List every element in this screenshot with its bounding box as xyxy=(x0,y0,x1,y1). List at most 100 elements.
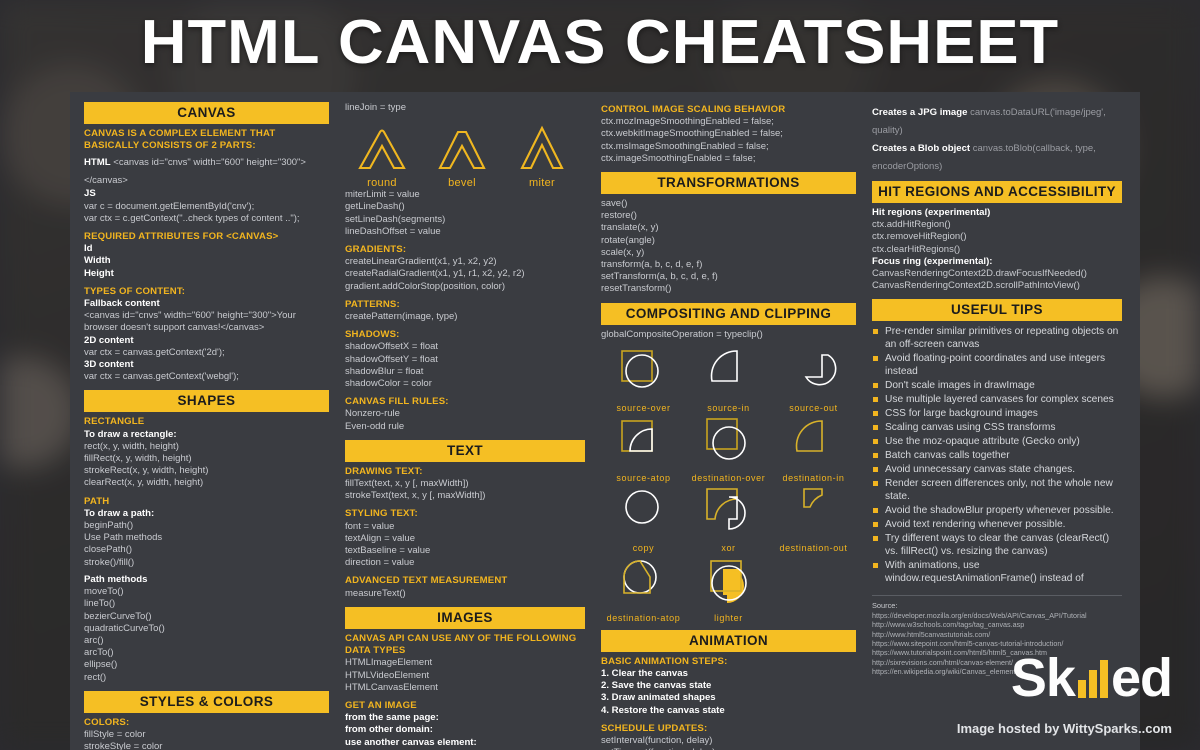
composite-label: destination-in xyxy=(782,472,845,483)
composite-label: destination-over xyxy=(691,472,766,483)
js-label: JS xyxy=(84,188,96,200)
animation-step: 4. Restore the canvas state xyxy=(601,704,725,716)
destination-in-icon xyxy=(795,420,823,452)
blob-object-line: Creates a Blob object canvas.toBlob(call… xyxy=(872,138,1122,174)
source-in-icon xyxy=(710,350,738,382)
canvas-intro: CANVAS IS A COMPLEX ELEMENT THAT BASICAL… xyxy=(84,128,276,152)
tip-item: Try different ways to clear the canvas (… xyxy=(872,532,1122,558)
linejoin-round-label: round xyxy=(367,177,397,190)
styling-text-item: textBaseline = value xyxy=(345,545,431,557)
source-link[interactable]: http://www.html5canvastutorials.com/ xyxy=(872,630,1122,639)
colors-item: fillStyle = color xyxy=(84,728,146,740)
transformation-item: restore() xyxy=(601,210,637,222)
hit-regions-item: ctx.clearHitRegions() xyxy=(872,243,961,255)
composite-cell: destination-in xyxy=(771,415,856,483)
hosted-by-text: Image hosted by WittySparks..com xyxy=(956,721,1172,736)
composite-cell: source-in xyxy=(686,345,771,413)
path-methods-label: Path methods xyxy=(84,573,148,585)
canvas-html-line: HTML <canvas id="cnvs" width="600" heigh… xyxy=(84,152,329,188)
rectangle-item: rect(x, y, width, height) xyxy=(84,440,179,452)
composite-cell: lighter xyxy=(686,555,771,623)
tip-item: Avoid unnecessary canvas state changes. xyxy=(872,463,1122,476)
colors-header: COLORS: xyxy=(84,716,130,728)
transformation-item: translate(x, y) xyxy=(601,222,659,234)
section-header-styles-colors: STYLES & COLORS xyxy=(84,690,329,713)
tip-item: Avoid the shadowBlur property whenever p… xyxy=(872,504,1122,517)
logo-text-last: ed xyxy=(1110,648,1173,708)
lighter-icon xyxy=(709,560,747,603)
linejoin-round-icon xyxy=(358,129,406,170)
linejoin-round: round xyxy=(351,124,413,189)
2d-content-code: var ctx = canvas.getContext('2d'); xyxy=(84,346,225,358)
rectangle-item: strokeRect(x, y, width, height) xyxy=(84,465,209,477)
colors-item: strokeStyle = color xyxy=(84,741,163,750)
html-label: HTML xyxy=(84,157,111,169)
linejoin-miter: miter xyxy=(511,124,573,189)
composite-label: copy xyxy=(632,542,655,553)
composite-cell: destination-over xyxy=(686,415,771,483)
composite-cell: destination-out xyxy=(771,485,856,553)
rectangle-label: To draw a rectangle: xyxy=(84,428,177,440)
section-header-animation: ANIMATION xyxy=(601,629,856,652)
data-type-item: HTMLImageElement xyxy=(345,657,433,669)
tip-item: Use multiple layered canvases for comple… xyxy=(872,393,1122,406)
focus-ring-item: CanvasRenderingContext2D.drawFocusIfNeed… xyxy=(872,268,1087,280)
basic-steps-header: BASIC ANIMATION STEPS: xyxy=(601,655,728,667)
path-item: stroke()/fill() xyxy=(84,556,135,568)
scaling-item: ctx.msImageSmoothingEnabled = false; xyxy=(601,140,769,152)
column-2: lineJoin = type round bevel miter miterL… xyxy=(345,102,585,750)
scaling-item: ctx.imageSmoothingEnabled = false; xyxy=(601,152,756,164)
rectangle-item: fillRect(x, y, width, height) xyxy=(84,453,192,465)
tip-item: Use the moz-opaque attribute (Gecko only… xyxy=(872,435,1122,448)
composite-label: source-over xyxy=(616,402,671,413)
transformation-item: resetTransform() xyxy=(601,283,672,295)
line-item: miterLimit = value xyxy=(345,189,420,201)
tip-item: Avoid floating-point coordinates and use… xyxy=(872,352,1122,378)
source-over-icon xyxy=(620,350,659,388)
fill-rules-item: Nonzero-rule xyxy=(345,408,400,420)
schedule-item: setInterval(function, delay) xyxy=(601,735,713,747)
drawing-text-item: strokeText(text, x, y [, maxWidth]) xyxy=(345,490,486,502)
gradients-item: gradient.addColorStop(position, color) xyxy=(345,280,506,292)
source-link[interactable]: http://www.w3schools.com/tags/tag_canvas… xyxy=(872,620,1122,629)
tip-item: With animations, use window.requestAnima… xyxy=(872,559,1122,585)
source-link[interactable]: https://developer.mozilla.org/en/docs/We… xyxy=(872,611,1122,620)
get-image-item: use another canvas element: xyxy=(345,736,477,748)
fallback-label: Fallback content xyxy=(84,298,160,310)
logo-text-first: Sk xyxy=(1010,648,1076,708)
source-out-icon xyxy=(804,354,836,386)
path-method: quadraticCurveTo() xyxy=(84,622,165,634)
transformation-item: save() xyxy=(601,198,628,210)
animation-step: 2. Save the canvas state xyxy=(601,680,712,692)
required-item: Height xyxy=(84,267,114,279)
path-method: ellipse() xyxy=(84,659,118,671)
path-item: closePath() xyxy=(84,544,133,556)
tip-item: Pre-render similar primitives or repeati… xyxy=(872,325,1122,351)
jpg-image-line: Creates a JPG image canvas.toDataURL('im… xyxy=(872,102,1122,138)
section-header-hit-regions: HIT REGIONS AND ACCESSIBILITY xyxy=(872,181,1122,203)
shadows-item: shadowColor = color xyxy=(345,378,432,390)
shadows-item: shadowOffsetY = float xyxy=(345,353,438,365)
skilled-logo: Sk ed xyxy=(1010,648,1173,708)
composite-cell: destination-atop xyxy=(601,555,686,623)
column-1: CANVAS CANVAS IS A COMPLEX ELEMENT THAT … xyxy=(84,102,329,750)
cheatsheet-page: HTML CANVAS CHEATSHEET CANVAS CANVAS IS … xyxy=(0,0,1200,750)
line-item: lineDashOffset = value xyxy=(345,225,441,237)
schedule-updates-header: SCHEDULE UPDATES: xyxy=(601,722,708,734)
composite-label: xor xyxy=(721,542,736,553)
transformation-item: scale(x, y) xyxy=(601,246,645,258)
composite-label: source-atop xyxy=(616,472,671,483)
tip-item: Render screen differences only, not the … xyxy=(872,477,1122,503)
required-item: Width xyxy=(84,255,111,267)
source-atop-icon xyxy=(620,420,653,452)
transformation-item: setTransform(a, b, c, d, e, f) xyxy=(601,271,718,283)
destination-over-icon xyxy=(705,418,746,460)
js-line-2: var ctx = c.getContext("..check types of… xyxy=(84,212,300,224)
path-method: arcTo() xyxy=(84,647,114,659)
styling-text-item: direction = value xyxy=(345,557,415,569)
section-header-shapes: SHAPES xyxy=(84,390,329,413)
transformation-item: transform(a, b, c, d, e, f) xyxy=(601,259,703,271)
data-types-header: CANVAS API CAN USE ANY OF THE FOLLOWING … xyxy=(345,632,577,657)
path-method: moveTo() xyxy=(84,586,124,598)
fill-rules-item: Even-odd rule xyxy=(345,420,405,432)
